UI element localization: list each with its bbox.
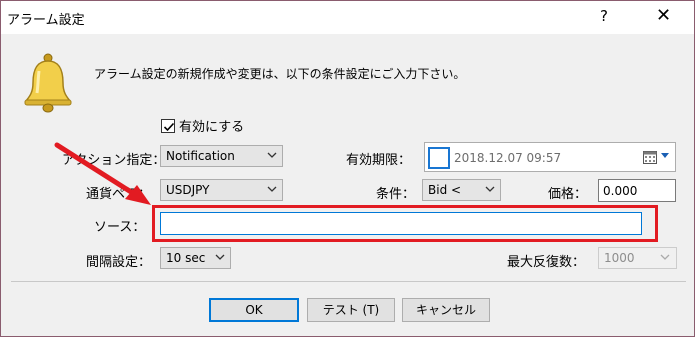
action-select[interactable]: Notification (160, 145, 283, 167)
dropdown-arrow-icon[interactable] (660, 152, 670, 160)
divider (11, 281, 686, 282)
action-label: アクション指定： (62, 153, 166, 168)
condition-select[interactable]: Bid < (422, 179, 501, 201)
max-repeat-label: 最大反復数： (507, 255, 586, 270)
max-repeat-select[interactable]: 1000 (598, 247, 677, 269)
expiry-label: 有効期限： (346, 153, 412, 168)
max-repeat-value: 1000 (604, 251, 635, 265)
checkmark-icon (163, 122, 175, 131)
pair-select[interactable]: USDJPY (160, 179, 283, 201)
expiry-datetime-picker[interactable]: 2018.12.07 09:57 (424, 142, 676, 172)
pair-label: 通貨ペア： (86, 187, 152, 202)
condition-label: 条件： (376, 187, 416, 202)
expiry-enable-checkbox[interactable] (428, 147, 450, 169)
chevron-down-icon (485, 186, 495, 192)
title-bar: アラーム設定 ? ✕ (1, 1, 694, 34)
chevron-down-icon (660, 254, 670, 260)
help-button[interactable]: ? (600, 7, 608, 25)
chevron-down-icon (215, 254, 225, 260)
enable-label: 有効にする (179, 120, 245, 135)
interval-value: 10 sec (166, 251, 206, 265)
cancel-button[interactable]: キャンセル (402, 298, 490, 322)
window-title: アラーム設定 (7, 13, 85, 28)
price-input[interactable]: 0.000 (598, 179, 676, 202)
test-button[interactable]: テスト (T) (307, 298, 395, 322)
enable-checkbox-row[interactable]: 有効にする (161, 116, 244, 135)
price-label: 価格： (548, 187, 588, 202)
close-button[interactable]: ✕ (656, 5, 671, 26)
chevron-down-icon (267, 186, 277, 192)
bell-icon (24, 53, 72, 113)
source-label: ソース： (94, 220, 146, 235)
action-value: Notification (166, 149, 235, 163)
alarm-settings-dialog: アラーム設定 ? ✕ アラーム設定の新規作成や変更は、以下の条件設定にご入力下さ… (0, 0, 695, 337)
interval-select[interactable]: 10 sec (160, 247, 231, 269)
calendar-icon[interactable] (643, 150, 657, 164)
ok-button[interactable]: OK (209, 298, 299, 322)
chevron-down-icon (267, 152, 277, 158)
expiry-value: 2018.12.07 09:57 (454, 151, 562, 165)
source-input[interactable] (160, 212, 642, 235)
intro-text: アラーム設定の新規作成や変更は、以下の条件設定にご入力下さい。 (94, 67, 466, 81)
enable-checkbox[interactable] (161, 118, 175, 133)
condition-value: Bid < (428, 183, 462, 197)
pair-value: USDJPY (166, 183, 210, 197)
interval-label: 間隔設定： (86, 255, 152, 270)
